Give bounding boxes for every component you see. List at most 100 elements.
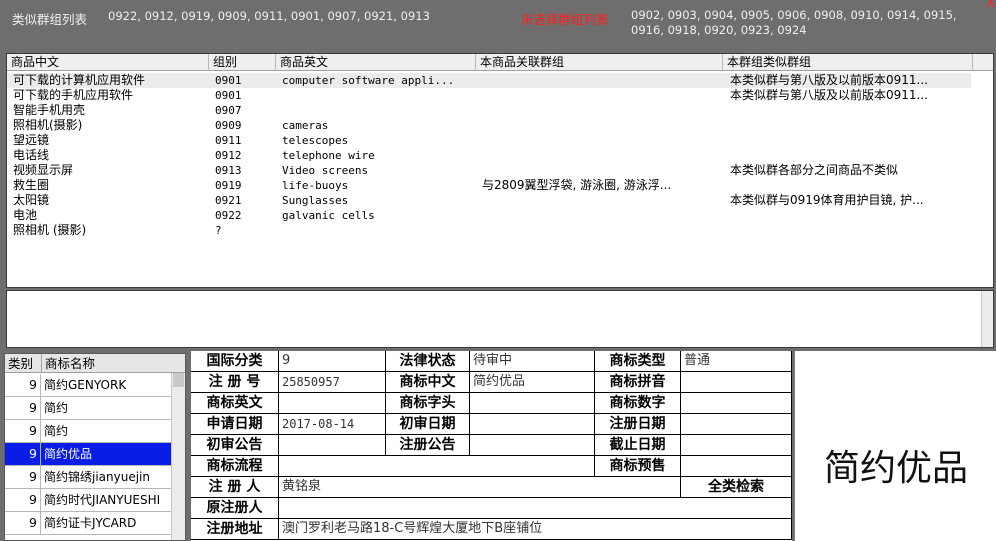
product-cell-group: 0919 [215,179,242,192]
product-cell-related [482,88,727,103]
tm-type-value: 普通 [681,351,792,372]
tm-initial-label: 商标字头 [386,393,470,414]
trademark-row[interactable]: 9 简约 [5,420,173,443]
trademark-image-box: 简约优品 [794,351,996,541]
trademark-list-scrollbar[interactable] [171,373,185,540]
product-row[interactable]: 智能手机用壳 0907 [7,103,971,118]
intl-class-label: 国际分类 [191,351,279,372]
reg-notice-value [470,435,595,456]
product-cell-group: 0907 [215,104,242,117]
trademark-name-cell: 简约证卡JYCARD [44,516,137,530]
product-cell-similar [730,208,970,223]
product-cell-group: 0901 [215,89,242,102]
trademark-detail-grid: 国际分类 9 法律状态 待审中 商标类型 普通 注 册 号 25850957 商… [191,351,792,541]
product-row[interactable]: 可下载的计算机应用软件 0901 computer software appli..… [7,73,971,88]
product-cell-cn: 电池 [13,208,38,222]
product-cell-group: 0901 [215,74,242,87]
trademark-class-cell: 9 [5,397,41,419]
product-cell-related [482,223,727,238]
column-header-product-cn[interactable]: 商品中文 [7,54,209,71]
product-row[interactable]: 照相机(摄影) 0909 cameras [7,118,971,133]
product-cell-related [482,118,727,133]
close-icon[interactable]: X [986,0,996,11]
column-header-trademark-name[interactable]: 商标名称 [42,354,185,373]
reg-date-value [681,414,792,435]
prelim-notice-label: 初审公告 [191,435,279,456]
product-cell-cn: 可下载的计算机应用软件 [13,73,146,87]
legal-status-value: 待审中 [470,351,595,372]
product-row[interactable]: 视频显示屏 0913 Video screens 本类似群各部分之间商品不类似 [7,163,971,178]
reg-no-value: 25850957 [279,372,386,393]
trademark-class-cell: 9 [5,466,41,488]
product-cell-en [282,88,478,103]
tm-number-label: 商标数字 [595,393,681,414]
product-cell-related [482,73,727,88]
column-header-related-groups[interactable]: 本商品关联群组 [476,54,723,71]
product-row[interactable]: 可下载的手机应用软件 0901 本类似群与第八版及以前版本0911... [7,88,971,103]
trademark-row[interactable]: 9 简约GENYORK [5,374,173,397]
trademark-class-cell: 9 [5,512,41,534]
product-row[interactable]: 望远镜 0911 telescopes [7,133,971,148]
product-cell-related [482,148,727,163]
product-row[interactable]: 电话线 0912 telephone wire [7,148,971,163]
scrollbar-thumb[interactable] [173,373,184,387]
tm-number-value [681,393,792,414]
registrant-value: 黄铭泉 [279,477,681,498]
registrant-label: 注 册 人 [191,477,279,498]
product-cell-cn: 望远镜 [13,133,50,147]
product-cell-similar [730,118,970,133]
trademark-name-cell: 简约 [44,401,69,415]
similar-groups-label: 类似群组列表 [12,12,88,27]
product-row[interactable]: 照相机 (摄影)? [7,223,971,238]
product-cell-en: telephone wire [282,149,375,162]
trademark-row[interactable]: 9 简约 [5,397,173,420]
process-value[interactable] [279,456,595,477]
product-row[interactable]: 太阳镜 0921 Sunglasses 本类似群与0919体育用护目镜, 护... [7,193,971,208]
product-cell-group: 0911 [215,134,242,147]
note-text-area[interactable] [6,290,994,348]
prelim-date-value [470,414,595,435]
expire-date-value [681,435,792,456]
tm-pinyin-label: 商标拼音 [595,372,681,393]
forecast-label: 商标预售 [595,456,681,477]
product-cell-similar [730,223,970,238]
tm-pinyin-value [681,372,792,393]
similar-groups-values: 0922, 0912, 0919, 0909, 0911, 0901, 0907… [108,9,430,23]
unselected-groups-values: 0902, 0903, 0904, 0905, 0906, 0908, 0910… [631,8,957,37]
product-cell-cn: 照相机 (摄影) [13,223,87,237]
product-row[interactable]: 电池 0922 galvanic cells [7,208,971,223]
product-cell-similar: 本类似群与第八版及以前版本0911... [730,88,928,102]
trademark-name-cell: 简约 [44,424,69,438]
trademark-name-cell: 简约锦绣jianyuejin [44,470,150,484]
trademark-row[interactable]: 9 简约时代JIANYUESHI [5,489,173,512]
note-scrollbar[interactable] [981,291,993,347]
product-cell-cn: 救生圈 [13,178,50,192]
product-cell-similar: 本类似群与第八版及以前版本0911... [730,73,928,87]
product-cell-en: telescopes [282,134,349,147]
unselected-groups-label[interactable]: 未选择群组列表 [521,9,609,28]
tm-en-value [279,393,386,414]
full-class-search-button[interactable]: 全类检索 [681,477,792,498]
column-header-class[interactable]: 类别 [5,354,42,373]
product-cell-en: cameras [282,119,329,132]
product-cell-similar [730,133,970,148]
process-label: 商标流程 [191,456,279,477]
product-cell-group: 0912 [215,149,242,162]
apply-date-label: 申请日期 [191,414,279,435]
column-header-similar-groups[interactable]: 本群组类似群组 [723,54,973,71]
product-row[interactable]: 救生圈 0919 life-buoys 与2809翼型浮袋, 游泳圈, 游泳浮... [7,178,971,193]
orig-registrant-label: 原注册人 [191,498,279,519]
column-header-group[interactable]: 组别 [209,54,276,71]
tm-cn-label: 商标中文 [386,372,470,393]
reg-date-label: 注册日期 [595,414,681,435]
product-cell-en [282,223,478,238]
trademark-class-cell: 9 [5,374,41,396]
product-cell-en: life-buoys [282,179,349,192]
trademark-row[interactable]: 9 简约证卡JYCARD [5,512,173,535]
tm-type-label: 商标类型 [595,351,681,372]
trademark-list-header: 类别 商标名称 [5,354,185,373]
forecast-value [681,456,792,477]
trademark-row[interactable]: 9 简约锦绣jianyuejin [5,466,173,489]
trademark-row[interactable]: 9 简约优品 [5,443,173,466]
column-header-product-en[interactable]: 商品英文 [276,54,476,71]
